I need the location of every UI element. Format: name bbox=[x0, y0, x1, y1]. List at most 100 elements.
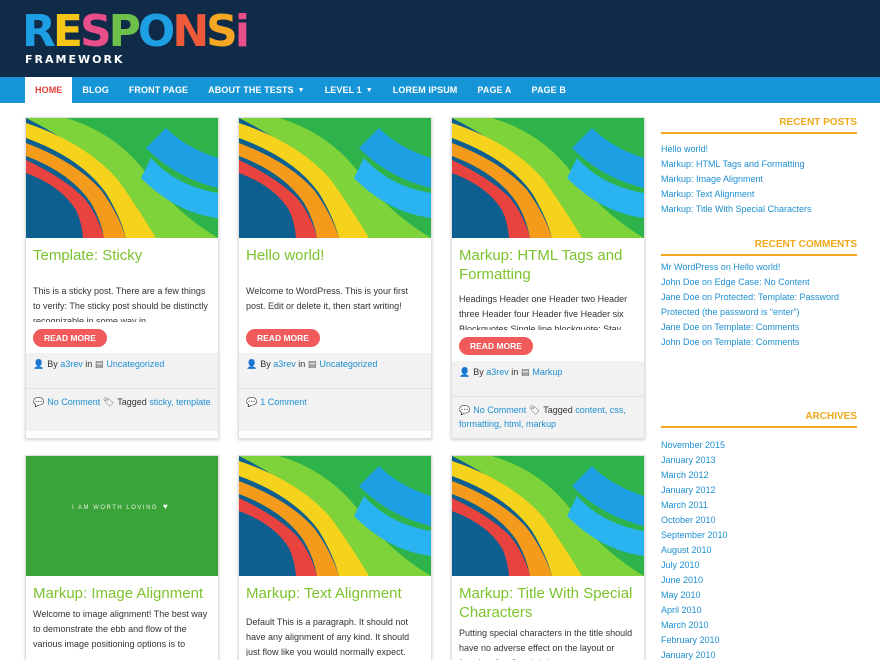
comments-link[interactable]: No Comment bbox=[47, 397, 100, 407]
recent-post-link[interactable]: Markup: Text Alignment bbox=[661, 187, 857, 202]
category-link[interactable]: Uncategorized bbox=[106, 359, 164, 369]
post-thumbnail[interactable] bbox=[452, 118, 644, 238]
author-link[interactable]: a3rev bbox=[273, 359, 296, 369]
comments-link[interactable]: 1 Comment bbox=[260, 397, 307, 407]
nav-item-level-1[interactable]: LEVEL 1 ▼ bbox=[315, 77, 383, 103]
author-link[interactable]: a3rev bbox=[486, 367, 509, 377]
post-meta-author: 👤 By a3rev in ▤ Uncategorized bbox=[26, 353, 218, 389]
archive-link[interactable]: January 2012 bbox=[661, 483, 857, 498]
comment-author-link[interactable]: Jane Doe bbox=[661, 292, 700, 302]
read-more-button[interactable]: READ MORE bbox=[246, 329, 320, 347]
archive-link[interactable]: September 2010 bbox=[661, 528, 857, 543]
comment-post-link[interactable]: Hello world! bbox=[733, 262, 780, 272]
comment-icon: 💬 bbox=[246, 397, 258, 407]
archive-link[interactable]: April 2010 bbox=[661, 603, 857, 618]
comment-post-link[interactable]: Template: Comments bbox=[714, 337, 799, 347]
post-meta-comments: 💬 No Comment 🏷 Tagged sticky, template bbox=[26, 389, 218, 431]
post-card: Template: Sticky This is a sticky post. … bbox=[25, 117, 219, 439]
category-link[interactable]: Uncategorized bbox=[319, 359, 377, 369]
nav-item-label: FRONT PAGE bbox=[128, 85, 189, 95]
recent-post-link[interactable]: Hello world! bbox=[661, 142, 857, 157]
post-excerpt: Putting special characters in the title … bbox=[459, 628, 633, 660]
recent-comment: Mr WordPress on Hello world! bbox=[661, 260, 857, 275]
nav-item-lorem-ipsum[interactable]: LOREM IPSUM bbox=[383, 77, 468, 103]
category-link[interactable]: Markup bbox=[532, 367, 562, 377]
archive-link[interactable]: June 2010 bbox=[661, 573, 857, 588]
site-header: RESPONSi FRAMEWORK bbox=[0, 0, 880, 77]
post-card: Markup: HTML Tags and Formatting Heading… bbox=[451, 117, 645, 439]
folder-icon: ▤ bbox=[520, 367, 530, 377]
archive-link[interactable]: July 2010 bbox=[661, 558, 857, 573]
recent-post-link[interactable]: Markup: HTML Tags and Formatting bbox=[661, 157, 857, 172]
post-excerpt: Headings Header one Header two Header th… bbox=[459, 294, 628, 330]
post-thumbnail[interactable]: I AM WORTH LOVING ♥ bbox=[26, 456, 218, 576]
archive-link[interactable]: February 2010 bbox=[661, 633, 857, 648]
archive-link[interactable]: January 2010 bbox=[661, 648, 857, 660]
thumbnail-caption: I AM WORTH LOVING bbox=[72, 505, 159, 511]
read-more-button[interactable]: READ MORE bbox=[459, 337, 533, 355]
widget-recent-posts: RECENT POSTS Hello world! Markup: HTML T… bbox=[661, 117, 857, 217]
on-label: on bbox=[702, 277, 713, 287]
recent-post-link[interactable]: Markup: Title With Special Characters bbox=[661, 202, 857, 217]
user-icon: 👤 bbox=[459, 367, 471, 377]
post-thumbnail[interactable] bbox=[26, 118, 218, 238]
recent-comment: Jane Doe on Template: Comments bbox=[661, 320, 857, 335]
main-navigation: HOME BLOG FRONT PAGE ABOUT THE TESTS ▼ LE… bbox=[0, 77, 880, 103]
archive-link[interactable]: March 2011 bbox=[661, 498, 857, 513]
post-thumbnail[interactable] bbox=[452, 456, 644, 576]
widget-title: ARCHIVES bbox=[661, 411, 857, 428]
archive-link[interactable]: January 2013 bbox=[661, 453, 857, 468]
author-link[interactable]: a3rev bbox=[60, 359, 83, 369]
logo-letter: i bbox=[234, 6, 250, 57]
tags-link[interactable]: sticky, template bbox=[149, 397, 210, 407]
in-label: in bbox=[85, 359, 93, 369]
logo-letter: S bbox=[79, 6, 112, 57]
nav-item-home[interactable]: HOME bbox=[25, 77, 73, 103]
archive-link[interactable]: March 2010 bbox=[661, 618, 857, 633]
post-title[interactable]: Template: Sticky bbox=[26, 238, 218, 265]
comment-post-link[interactable]: Template: Comments bbox=[714, 322, 799, 332]
post-title[interactable]: Hello world! bbox=[239, 238, 431, 265]
comment-author-link[interactable]: John Doe bbox=[661, 277, 700, 287]
comment-author-link[interactable]: Jane Doe bbox=[661, 322, 700, 332]
post-thumbnail[interactable] bbox=[239, 118, 431, 238]
comment-post-link[interactable]: Edge Case: No Content bbox=[715, 277, 810, 287]
widget-archives: ARCHIVES November 2015 January 2013 Marc… bbox=[661, 411, 857, 660]
tag-icon: 🏷 bbox=[528, 405, 541, 415]
on-label: on bbox=[720, 262, 731, 272]
archive-link[interactable]: August 2010 bbox=[661, 543, 857, 558]
post-thumbnail[interactable] bbox=[239, 456, 431, 576]
comment-author-link[interactable]: Mr WordPress bbox=[661, 262, 718, 272]
recent-post-link[interactable]: Markup: Image Alignment bbox=[661, 172, 857, 187]
user-icon: 👤 bbox=[33, 359, 45, 369]
comment-author-link[interactable]: John Doe bbox=[661, 337, 700, 347]
nav-item-front-page[interactable]: FRONT PAGE bbox=[119, 77, 198, 103]
archive-link[interactable]: May 2010 bbox=[661, 588, 857, 603]
caret-down-icon: ▼ bbox=[365, 87, 373, 94]
logo-wordmark: RESPONSi bbox=[22, 6, 250, 57]
on-label: on bbox=[702, 337, 713, 347]
post-title[interactable]: Markup: Text Alignment bbox=[239, 576, 431, 603]
post-excerpt: Welcome to image alignment! The best way… bbox=[33, 609, 208, 649]
logo-letter: E bbox=[52, 6, 83, 57]
post-title[interactable]: Markup: Image Alignment bbox=[26, 576, 218, 603]
caret-down-icon: ▼ bbox=[297, 87, 305, 94]
post-title[interactable]: Markup: Title With Special Characters bbox=[452, 576, 644, 622]
folder-icon: ▤ bbox=[307, 359, 317, 369]
logo-tagline: FRAMEWORK bbox=[25, 53, 125, 66]
nav-item-page-b[interactable]: PAGE B bbox=[522, 77, 576, 103]
user-icon: 👤 bbox=[246, 359, 258, 369]
comments-link[interactable]: No Comment bbox=[473, 405, 526, 415]
archive-link[interactable]: October 2010 bbox=[661, 513, 857, 528]
post-excerpt: This is a sticky post. There are a few t… bbox=[33, 286, 208, 322]
archive-link[interactable]: March 2012 bbox=[661, 468, 857, 483]
nav-item-blog[interactable]: BLOG bbox=[72, 77, 118, 103]
post-title[interactable]: Markup: HTML Tags and Formatting bbox=[452, 238, 644, 284]
site-logo[interactable]: RESPONSi FRAMEWORK bbox=[22, 8, 250, 70]
nav-item-page-a[interactable]: PAGE A bbox=[467, 77, 521, 103]
nav-item-about-the-tests[interactable]: ABOUT THE TESTS ▼ bbox=[198, 77, 315, 103]
read-more-button[interactable]: READ MORE bbox=[33, 329, 107, 347]
archive-link[interactable]: November 2015 bbox=[661, 438, 857, 453]
comment-icon: 💬 bbox=[33, 397, 45, 407]
logo-letter: R bbox=[22, 6, 56, 57]
